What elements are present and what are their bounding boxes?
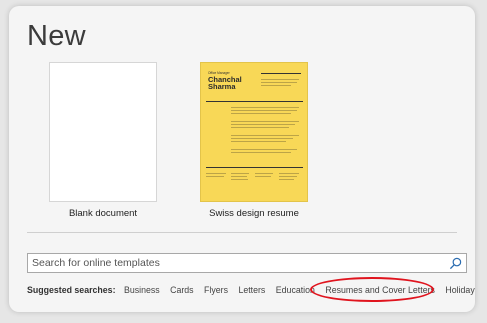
resume-preview-text-line	[231, 173, 249, 174]
resume-preview-text-line	[231, 135, 299, 136]
resume-preview-name-last: Sharma	[208, 82, 236, 91]
suggested-searches-label: Suggested searches:	[27, 285, 116, 295]
resume-preview-text-line	[279, 173, 299, 174]
resume-preview-text-line	[231, 149, 297, 150]
resume-preview-text-line	[231, 141, 286, 142]
resume-preview-text-line	[231, 179, 248, 180]
search-input[interactable]: Search for online templates	[32, 257, 160, 269]
suggested-searches: Suggested searches: Business Cards Flyer…	[27, 285, 483, 295]
resume-preview-text-line	[279, 176, 297, 177]
resume-preview-text-line	[261, 79, 299, 80]
suggested-search-education[interactable]: Education	[276, 285, 315, 295]
suggested-search-resumes-cover-letters[interactable]: Resumes and Cover Letters	[325, 285, 435, 295]
resume-preview-text-line	[261, 85, 291, 86]
resume-preview-rule	[206, 167, 303, 168]
page-title: New	[27, 20, 86, 52]
resume-preview-text-line	[231, 121, 299, 122]
section-divider	[27, 232, 457, 233]
resume-preview-rule	[261, 73, 301, 74]
search-icon[interactable]	[449, 257, 462, 270]
suggested-search-holiday[interactable]: Holiday	[445, 285, 474, 295]
resume-preview-text-line	[231, 110, 297, 111]
resume-preview-text-line	[206, 173, 226, 174]
resume-preview-rule	[206, 101, 303, 102]
resume-preview-text-line	[231, 124, 295, 125]
resume-preview-text-line	[231, 176, 247, 177]
resume-preview-text-line	[231, 138, 293, 139]
suggested-search-business[interactable]: Business	[124, 285, 160, 295]
resume-preview-text-line	[231, 107, 299, 108]
resume-preview-text-line	[255, 176, 271, 177]
new-document-panel: New Blank document Office Manager Chanch…	[9, 6, 475, 312]
resume-preview-text-line	[279, 179, 294, 180]
resume-preview-text-line	[231, 152, 291, 153]
resume-preview-text-line	[206, 176, 224, 177]
resume-preview-text-line	[231, 127, 289, 128]
swiss-resume-thumbnail[interactable]: Office Manager Chanchal Sharma	[200, 62, 308, 202]
resume-preview-text-line	[255, 173, 273, 174]
suggested-search-flyers[interactable]: Flyers	[204, 285, 228, 295]
blank-document-label[interactable]: Blank document	[33, 208, 173, 219]
suggested-search-letters[interactable]: Letters	[238, 285, 265, 295]
resume-preview-text-line	[261, 82, 297, 83]
swiss-resume-label[interactable]: Swiss design resume	[184, 208, 324, 219]
blank-document-thumbnail[interactable]	[49, 62, 157, 202]
resume-preview-name: Chanchal Sharma	[208, 76, 242, 91]
resume-preview-text-line	[231, 113, 291, 114]
suggested-search-cards[interactable]: Cards	[170, 285, 193, 295]
template-search-box[interactable]: Search for online templates	[27, 253, 467, 273]
